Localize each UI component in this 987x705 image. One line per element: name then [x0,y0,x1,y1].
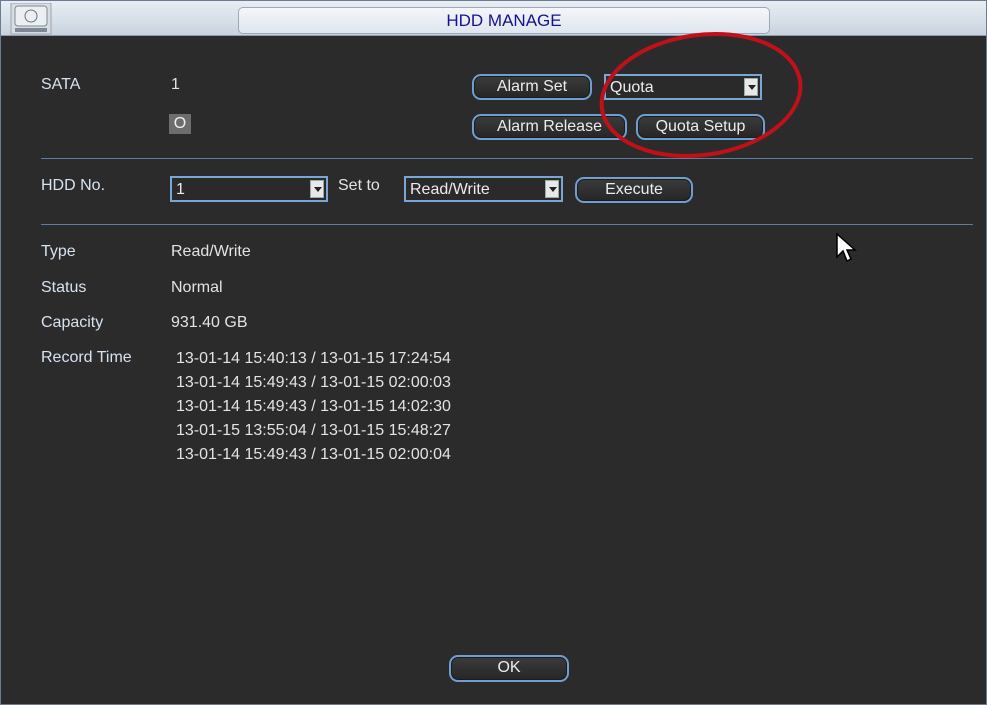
sata-label: SATA [41,76,81,93]
divider [41,224,973,225]
sata-number: 1 [171,76,180,93]
execute-button[interactable]: Execute [575,177,693,203]
record-time-list: 13-01-14 15:40:13 / 13-01-15 17:24:54 13… [176,347,451,467]
hdd-no-label: HDD No. [41,177,106,194]
set-to-label: Set to [338,177,380,194]
record-time-entry: 13-01-14 15:49:43 / 13-01-15 02:00:04 [176,446,451,463]
record-time-entry: 13-01-14 15:49:43 / 13-01-15 02:00:03 [176,374,451,391]
hdd-no-select[interactable]: 1 [170,176,328,202]
chevron-down-icon[interactable] [310,180,324,198]
title-bar: HDD MANAGE [1,1,986,36]
capacity-label: Capacity [41,314,104,331]
hard-disk-icon [10,3,52,35]
type-value: Read/Write [171,243,251,260]
ok-button[interactable]: OK [449,655,569,682]
type-label: Type [41,243,76,260]
hdd-manage-window: HDD MANAGE SATA 1 O Alarm Set Quota Alar… [0,0,987,705]
capacity-value: 931.40 GB [171,314,248,331]
alarm-set-button[interactable]: Alarm Set [472,74,592,100]
mouse-cursor-icon [836,233,857,263]
status-value: Normal [171,279,223,296]
sata-status-indicator[interactable]: O [169,114,191,134]
divider [41,158,973,159]
record-time-entry: 13-01-14 15:40:13 / 13-01-15 17:24:54 [176,350,451,367]
status-label: Status [41,279,87,296]
set-to-select[interactable]: Read/Write [404,176,563,202]
record-time-entry: 13-01-15 13:55:04 / 13-01-15 15:48:27 [176,422,451,439]
record-time-entry: 13-01-14 15:49:43 / 13-01-15 14:02:30 [176,398,451,415]
record-time-label: Record Time [41,349,132,366]
chevron-down-icon[interactable] [545,180,559,198]
set-to-select-value: Read/Write [410,181,490,198]
hdd-no-select-value: 1 [176,181,185,198]
annotation-circle [599,31,803,159]
